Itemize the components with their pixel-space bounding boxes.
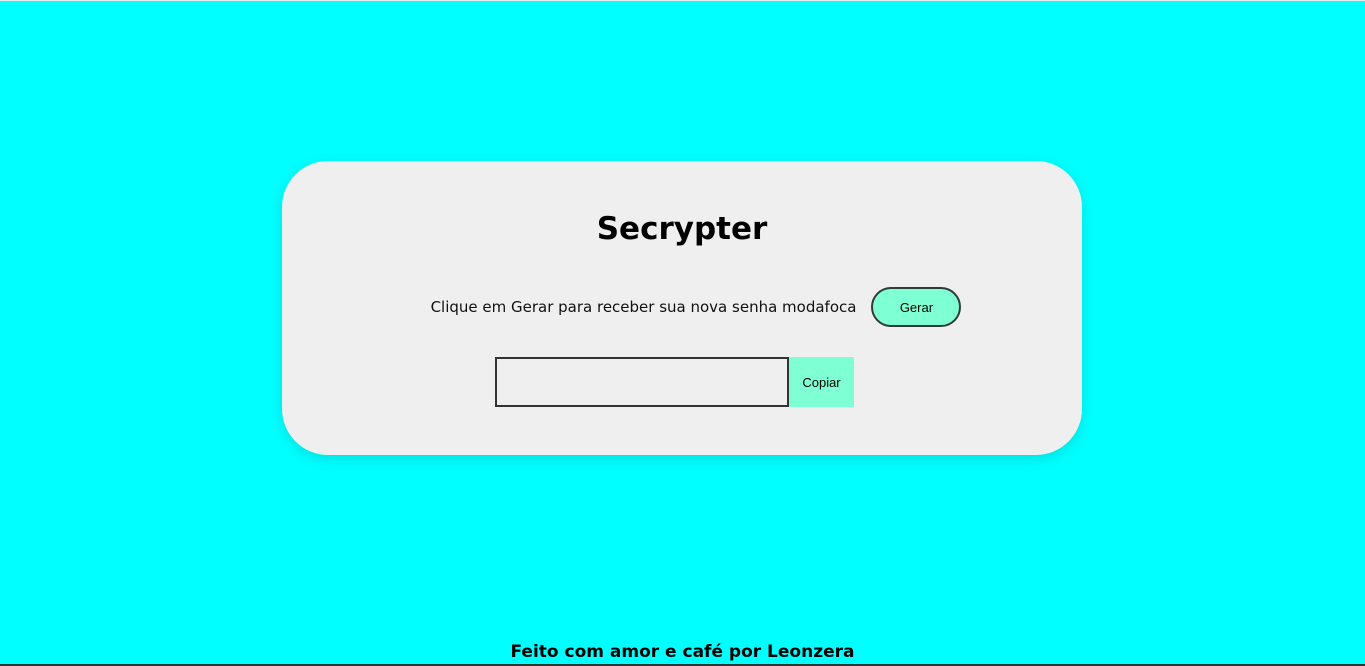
footer-credit: Feito com amor e café por Leonzera (510, 642, 855, 662)
generate-prompt: Clique em Gerar para receber sua nova se… (430, 298, 857, 316)
copy-button[interactable]: Copiar (789, 357, 854, 407)
generator-card: Secrypter Clique em Gerar para receber s… (282, 161, 1082, 455)
footer: Feito com amor e café por Leonzera (0, 638, 1365, 666)
generate-button[interactable]: Gerar (871, 287, 962, 327)
password-field[interactable] (495, 357, 789, 407)
top-border (0, 0, 1365, 1)
generate-row: Clique em Gerar para receber sua nova se… (282, 287, 1082, 327)
password-output-row: Copiar (495, 357, 854, 407)
page-title: Secrypter (596, 211, 768, 247)
